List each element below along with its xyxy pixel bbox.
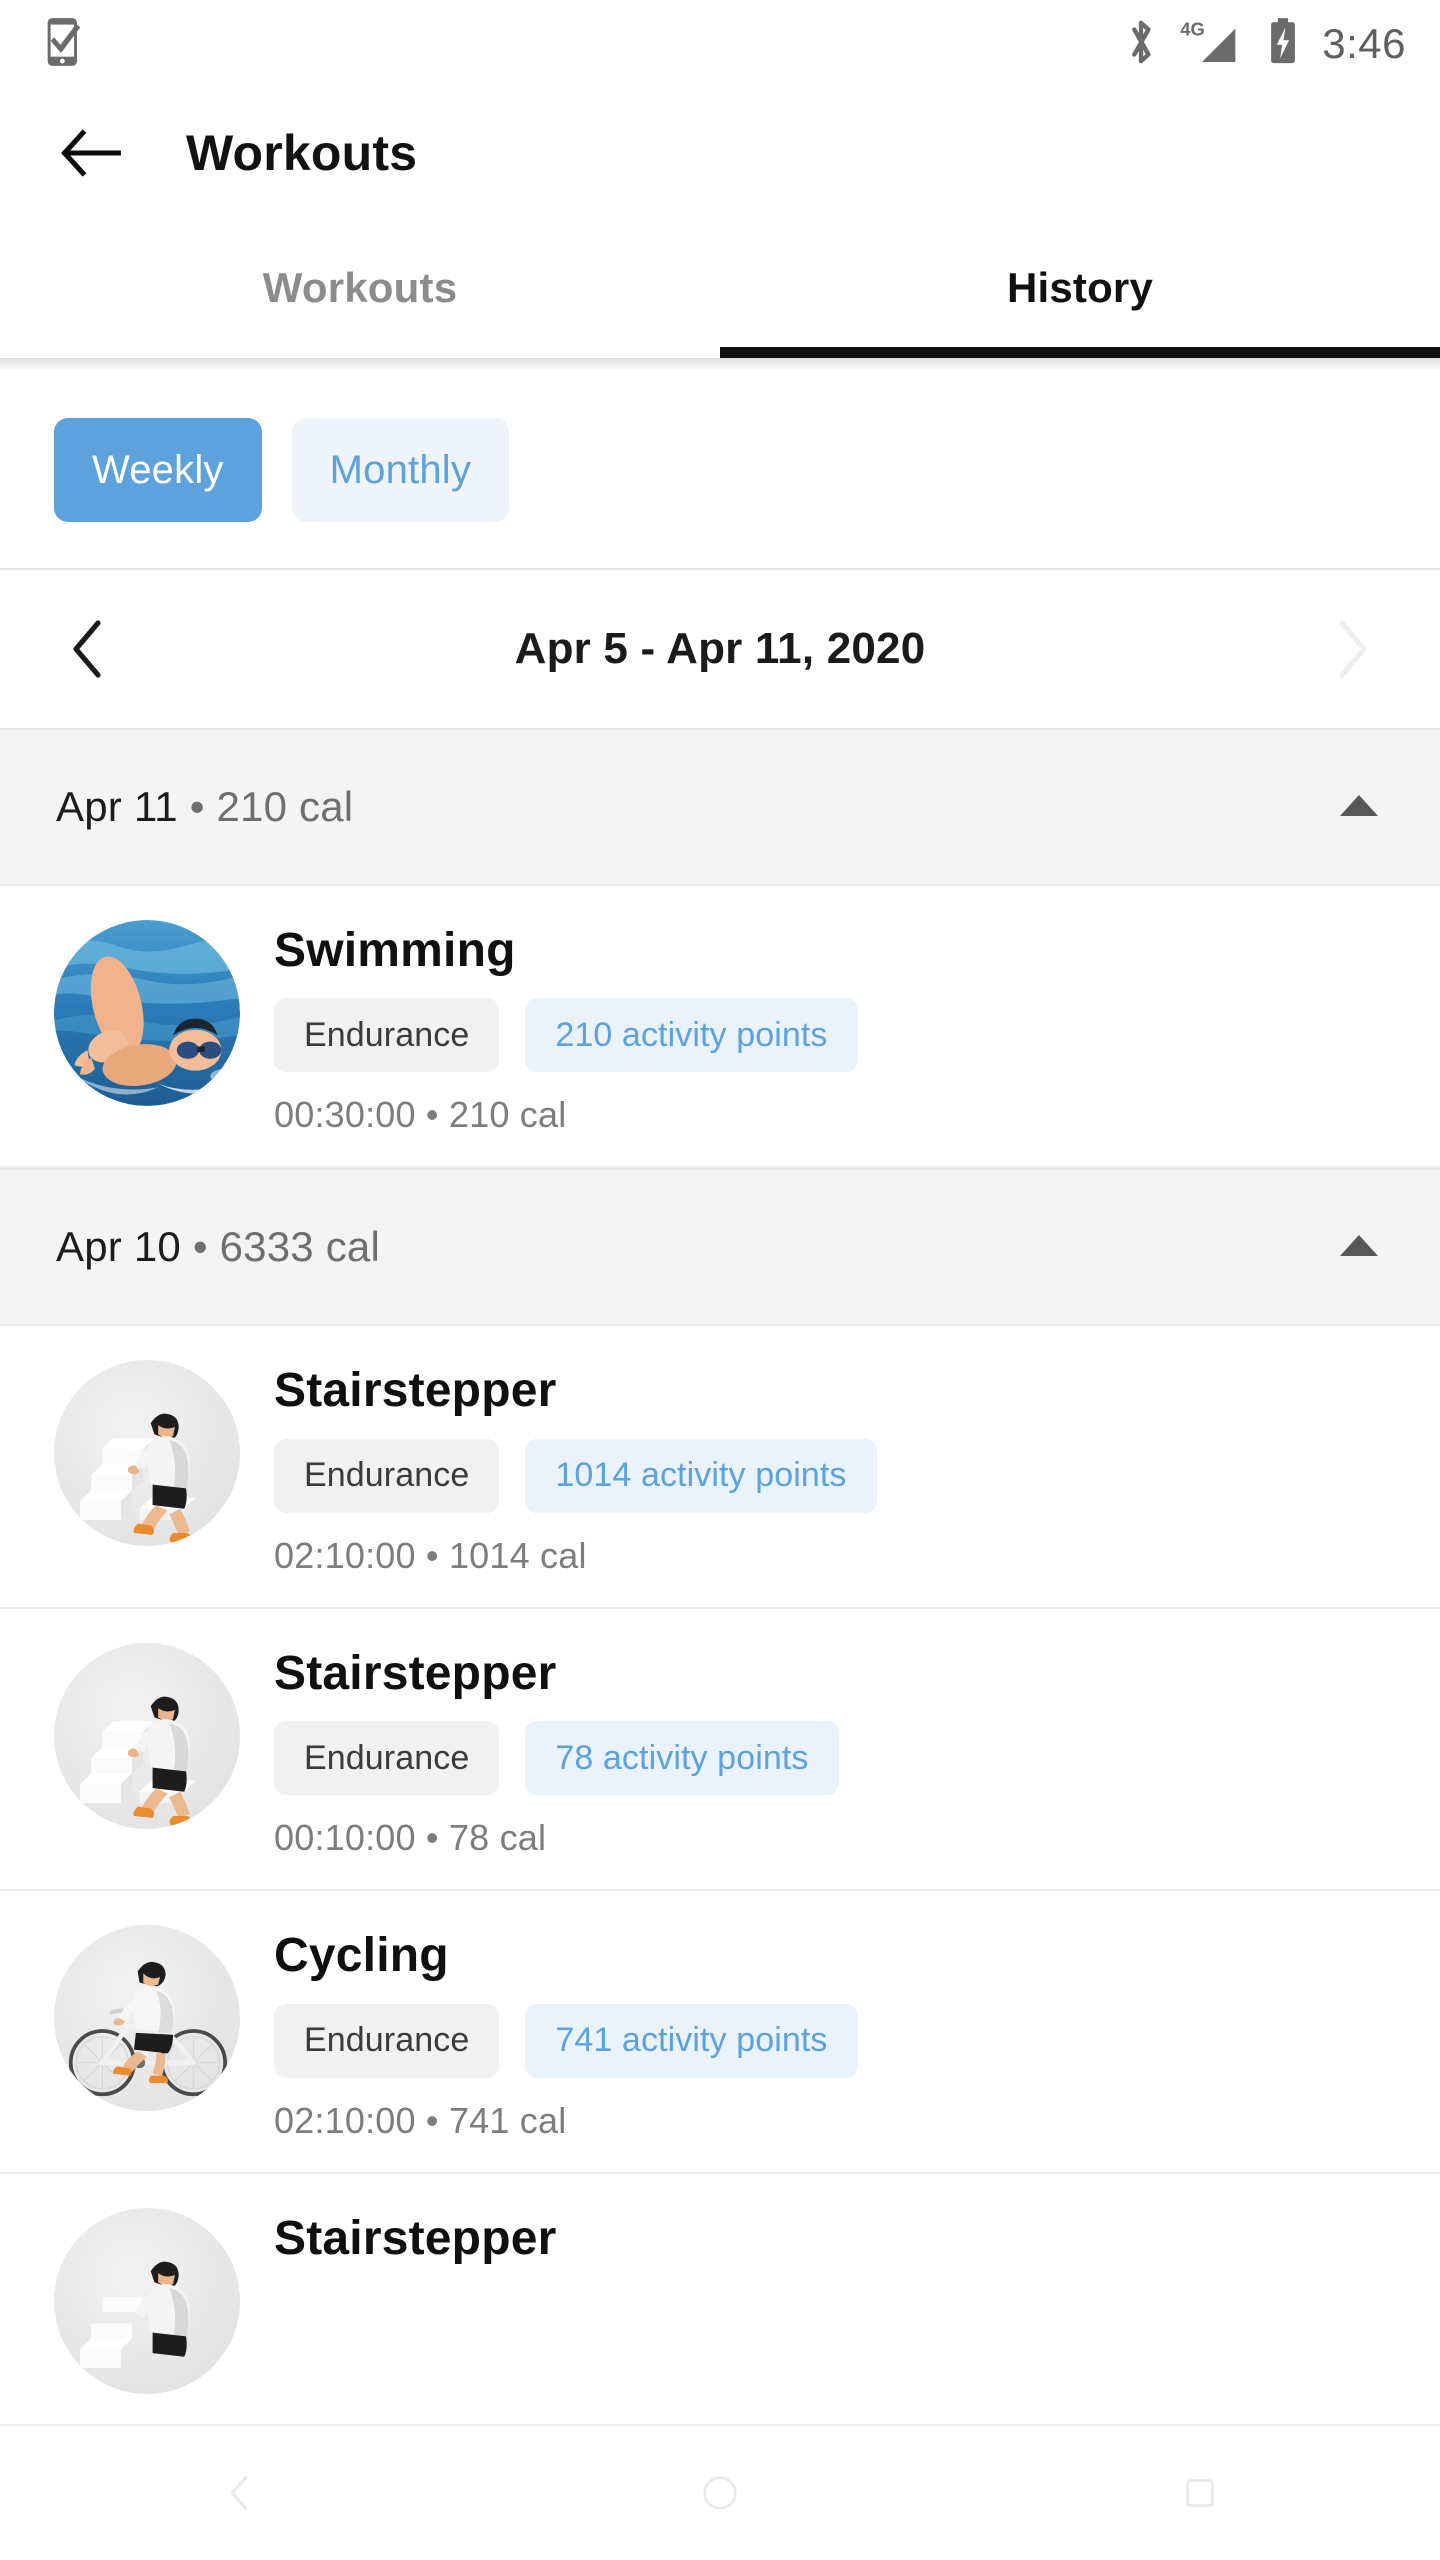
day-group-label: Apr 11 • 210 cal	[56, 783, 353, 831]
period-weekly-button[interactable]: Weekly	[54, 418, 262, 522]
status-bar-right: 4G 3:46	[1124, 16, 1406, 73]
date-next-button[interactable]	[1322, 619, 1382, 679]
nav-back-icon[interactable]	[217, 2470, 263, 2521]
workout-name: Stairstepper	[274, 1646, 557, 1700]
date-range-label: Apr 5 - Apr 11, 2020	[514, 624, 926, 673]
workout-type-chip: Endurance	[274, 2003, 500, 2078]
tab-workouts[interactable]: Workouts	[0, 218, 720, 358]
back-arrow-icon	[61, 129, 121, 177]
status-bar-clock: 3:46	[1322, 20, 1406, 67]
tab-history[interactable]: History	[720, 218, 1440, 358]
battery-charging-icon	[1266, 16, 1300, 73]
triangle-up-icon	[1340, 1234, 1378, 1256]
workout-row[interactable]: Stairstepper Endurance 1014 activity poi…	[0, 1326, 1440, 1609]
workout-details: Stairstepper Endurance 1014 activity poi…	[274, 1360, 1400, 1576]
workout-chips: Endurance 1014 activity points	[274, 1438, 1400, 1513]
triangle-up-icon	[1340, 794, 1378, 816]
app-screen: 4G 3:46 Workouts Workouts History Weekly…	[0, 0, 1440, 2560]
workout-meta: 00:30:00 • 210 cal	[274, 1094, 567, 1136]
app-bar: Workouts	[0, 88, 1440, 218]
day-group-collapse-button[interactable]	[1338, 791, 1380, 824]
tab-active-indicator	[720, 347, 1440, 358]
day-group-header[interactable]: Apr 10 • 6333 cal	[0, 1168, 1440, 1327]
stairstepper-illustration	[54, 2207, 240, 2394]
workout-type-chip: Endurance	[274, 1721, 500, 1796]
workout-name: Stairstepper	[274, 1364, 557, 1418]
nav-home-icon[interactable]	[697, 2470, 743, 2521]
workout-chips: Endurance 741 activity points	[274, 2003, 1400, 2078]
tab-bar-shadow	[0, 358, 1440, 372]
signal-icon: 4G	[1180, 17, 1244, 72]
cycling-illustration	[54, 1925, 240, 2112]
workout-details: Swimming Endurance 210 activity points 0…	[274, 920, 1400, 1136]
day-group-label: Apr 10 • 6333 cal	[56, 1223, 380, 1271]
workout-details: Cycling Endurance 741 activity points 02…	[274, 1925, 1400, 2141]
nav-recents-icon[interactable]	[1177, 2470, 1223, 2521]
period-monthly-button[interactable]: Monthly	[291, 418, 510, 522]
day-group-separator: •	[192, 1223, 208, 1271]
workout-row[interactable]: Stairstepper	[0, 2173, 1440, 2426]
workout-meta: 02:10:00 • 1014 cal	[274, 1534, 587, 1576]
workout-avatar	[54, 1642, 240, 1829]
workout-chips: Endurance 78 activity points	[274, 1721, 1400, 1796]
workout-name: Stairstepper	[274, 2211, 557, 2265]
stairstepper-illustration	[54, 1360, 240, 1547]
chevron-left-icon	[73, 620, 101, 678]
swimming-photo	[54, 920, 240, 1106]
workout-details: Stairstepper	[274, 2208, 1400, 2264]
workout-points-chip: 210 activity points	[525, 998, 858, 1073]
workout-name: Swimming	[274, 924, 516, 977]
phone-check-icon	[44, 16, 88, 73]
day-group-date: Apr 11	[56, 783, 178, 830]
date-prev-button[interactable]	[58, 619, 118, 679]
tab-bar: Workouts History	[0, 218, 1440, 358]
day-group-calories: 6333 cal	[219, 1223, 381, 1271]
day-group-separator: •	[189, 783, 205, 830]
chevron-right-icon	[1339, 620, 1367, 678]
svg-text:4G: 4G	[1181, 18, 1205, 39]
day-group-header[interactable]: Apr 11 • 210 cal	[0, 728, 1440, 886]
workout-avatar	[54, 1925, 240, 2112]
workout-type-chip: Endurance	[274, 1438, 500, 1513]
workout-row[interactable]: Stairstepper Endurance 78 activity point…	[0, 1608, 1440, 1892]
workout-chips: Endurance 210 activity points	[274, 998, 1400, 1073]
date-range-navigator: Apr 5 - Apr 11, 2020	[0, 570, 1440, 728]
workout-meta: 02:10:00 • 741 cal	[274, 2099, 567, 2141]
stairstepper-illustration	[54, 1642, 240, 1829]
workout-row[interactable]: Cycling Endurance 741 activity points 02…	[0, 1891, 1440, 2174]
status-bar-left	[44, 16, 88, 73]
workout-avatar	[54, 1360, 240, 1547]
workout-points-chip: 78 activity points	[525, 1721, 839, 1796]
workout-details: Stairstepper Endurance 78 activity point…	[274, 1643, 1400, 1859]
day-group-calories: 210 cal	[216, 783, 354, 830]
workout-avatar	[54, 920, 240, 1106]
workout-type-chip: Endurance	[274, 998, 500, 1073]
workout-points-chip: 1014 activity points	[525, 1438, 877, 1513]
workout-name: Cycling	[274, 1929, 449, 1983]
day-group-collapse-button[interactable]	[1338, 1231, 1380, 1264]
workout-avatar	[54, 2207, 240, 2394]
workout-points-chip: 741 activity points	[525, 2003, 858, 2078]
period-toggle: Weekly Monthly	[0, 372, 1440, 568]
system-navigation-bar	[0, 2430, 1440, 2560]
workout-meta: 00:10:00 • 78 cal	[274, 1817, 547, 1859]
page-title: Workouts	[186, 125, 418, 181]
status-bar: 4G 3:46	[0, 0, 1440, 88]
workout-row[interactable]: Swimming Endurance 210 activity points 0…	[0, 886, 1440, 1169]
back-button[interactable]	[58, 120, 124, 186]
day-group-date: Apr 10	[56, 1223, 181, 1271]
bluetooth-icon	[1124, 17, 1158, 72]
